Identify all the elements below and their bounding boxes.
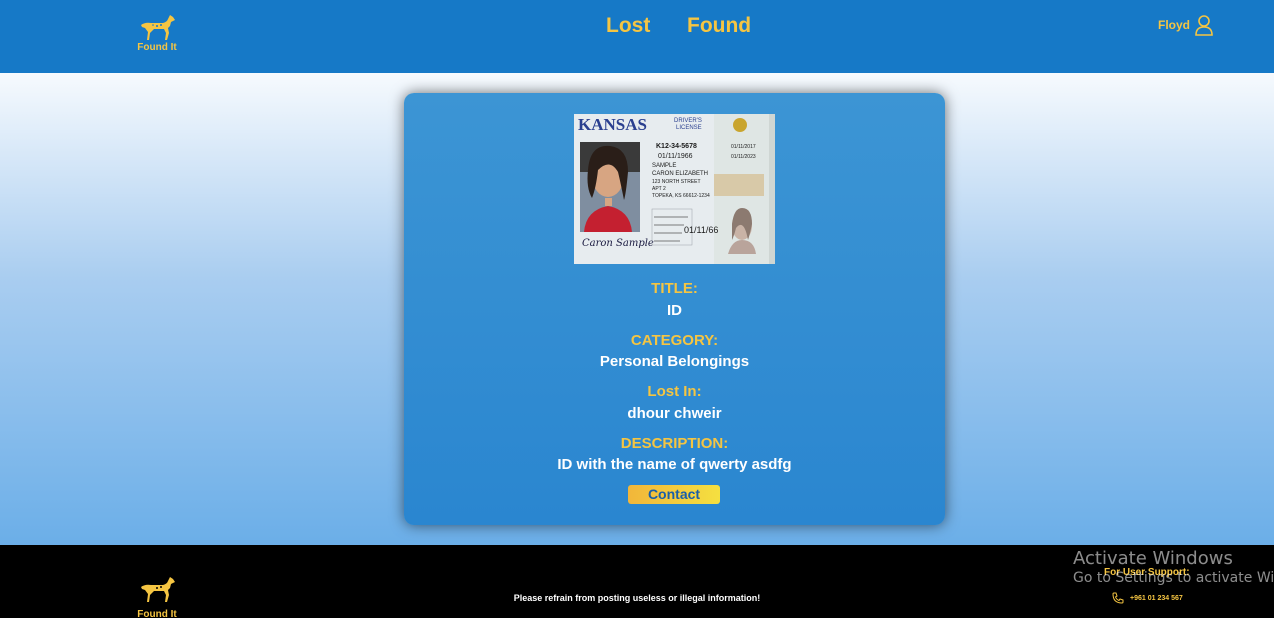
id-address2: APT 2 <box>652 186 666 192</box>
description-label: DESCRIPTION: <box>620 435 729 452</box>
id-city: TOPEKA, KS 66612-1234 <box>652 193 710 199</box>
watermark-title: Activate Windows <box>1073 548 1233 569</box>
id-signature: Caron Sample <box>582 238 654 249</box>
svg-text:LICENSE: LICENSE <box>676 125 702 131</box>
lost-in-value: dhour chweir <box>627 405 722 422</box>
id-exp: 01/11/2023 <box>731 154 756 160</box>
phone-icon <box>1112 592 1124 604</box>
top-navbar: Found It Lost Found Floyd <box>0 0 1274 73</box>
nav-lost-link[interactable]: Lost <box>606 14 650 38</box>
user-menu[interactable]: Floyd <box>1158 14 1214 36</box>
support-phone[interactable]: +961 01 234 567 <box>1112 592 1183 604</box>
category-label: CATEGORY: <box>630 332 719 349</box>
support-phone-number: +961 01 234 567 <box>1130 594 1183 602</box>
lost-in-label: Lost In: <box>647 383 702 400</box>
dog-logo-icon <box>141 15 175 40</box>
id-lic-no: K12-34-5678 <box>656 143 697 150</box>
item-detail-card: KANSAS DRIVER'S LICENSE Caron Sample K12… <box>404 93 945 525</box>
description-value: ID with the name of qwerty asdfg <box>557 456 792 473</box>
logo[interactable]: Found It <box>132 13 182 53</box>
nav-found-link[interactable]: Found <box>687 14 751 38</box>
footer-logo-text: Found It <box>137 609 177 620</box>
id-dob: 01/11/1966 <box>658 153 693 160</box>
id-card-image: KANSAS DRIVER'S LICENSE Caron Sample K12… <box>574 114 775 264</box>
item-photo: KANSAS DRIVER'S LICENSE Caron Sample K12… <box>574 114 775 264</box>
user-icon <box>1195 15 1213 36</box>
id-first-name: CARON ELIZABETH <box>652 171 708 177</box>
watermark-subtitle: Go to Settings to activate Windows. <box>1073 570 1274 586</box>
contact-button[interactable]: Contact <box>628 485 720 504</box>
title-label: TITLE: <box>651 280 698 297</box>
id-state: KANSAS <box>578 115 647 134</box>
id-address1: 123 NORTH STREET <box>652 179 701 185</box>
footer-notice: Please refrain from posting useless or i… <box>513 593 761 603</box>
user-name: Floyd <box>1158 18 1190 32</box>
category-value: Personal Belongings <box>599 353 750 370</box>
id-dob-short: 01/11/66 <box>684 225 718 235</box>
id-last-name: SAMPLE <box>652 163 676 169</box>
svg-text:DRIVER'S: DRIVER'S <box>674 118 702 124</box>
id-iss: 01/11/2017 <box>731 144 756 150</box>
logo-text: Found It <box>137 42 177 53</box>
activate-windows-watermark: Activate Windows Go to Settings to activ… <box>1073 548 1274 586</box>
title-value: ID <box>667 302 682 319</box>
